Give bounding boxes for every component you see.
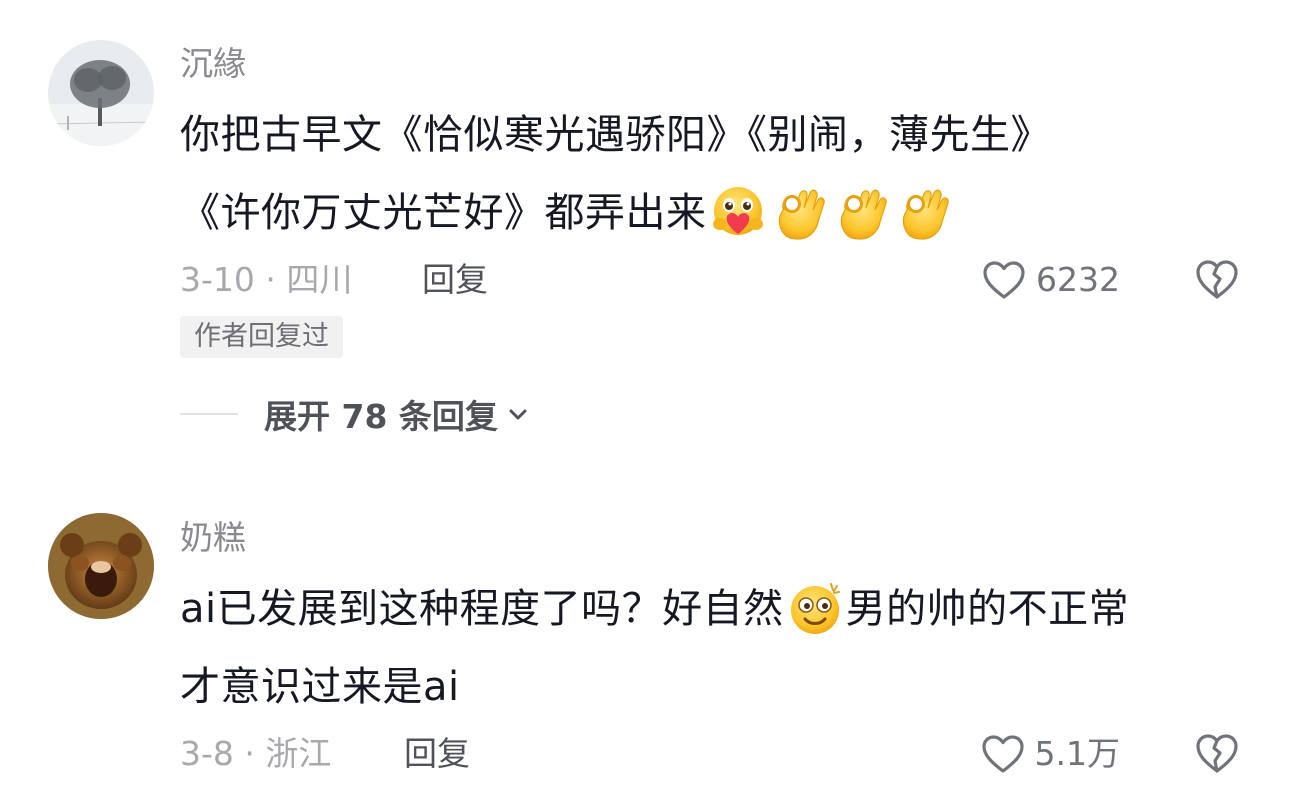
avatar[interactable] bbox=[48, 513, 154, 619]
comment-text-line: 《许你万丈光芒好》都弄出来 bbox=[180, 174, 1250, 252]
author-replied-badge: 作者回复过 bbox=[180, 316, 343, 358]
date-location: 3-8 · 浙江 bbox=[180, 734, 332, 773]
comment-text: ai已发展到这种程度了吗？好自然 男的帅的不正常 才意识过来是ai bbox=[180, 570, 1250, 726]
like-button[interactable]: 5.1万 bbox=[981, 731, 1120, 777]
reply-button[interactable]: 回复 bbox=[404, 731, 470, 777]
broken-heart-icon[interactable] bbox=[1194, 257, 1240, 301]
expand-replies-label: 展开 78 条回复 bbox=[264, 397, 498, 436]
like-count: 5.1万 bbox=[1034, 734, 1120, 773]
chevron-down-icon bbox=[509, 409, 527, 420]
comment-text-segment: 男的帅的不正常 bbox=[845, 586, 1130, 632]
broken-heart-icon[interactable] bbox=[1194, 731, 1240, 775]
ok-hand-emoji bbox=[834, 184, 890, 240]
like-button[interactable]: 6232 bbox=[982, 257, 1120, 303]
comment-text-line: 你把古早文《恰似寒光遇骄阳》《别闹，薄先生》 bbox=[180, 112, 1051, 158]
divider bbox=[180, 413, 238, 415]
comment-text-line: ai已发展到这种程度了吗？好自然 男的帅的不正常 bbox=[180, 570, 1250, 648]
comment-text-segment: ai已发展到这种程度了吗？好自然 bbox=[180, 586, 784, 632]
hugging-heart-emoji bbox=[710, 184, 766, 240]
date-location: 3-10 · 四川 bbox=[180, 260, 353, 299]
ok-hand-emoji bbox=[772, 184, 828, 240]
comment-meta: 3-10 · 四川 回复 6232 bbox=[180, 257, 1240, 303]
heart-outline-icon bbox=[983, 261, 1025, 299]
username[interactable]: 沉緣 bbox=[180, 44, 246, 84]
reply-button[interactable]: 回复 bbox=[422, 257, 488, 303]
comment-meta: 3-8 · 浙江 回复 5.1万 bbox=[180, 731, 1240, 777]
ok-hand-emoji bbox=[896, 184, 952, 240]
like-count: 6232 bbox=[1036, 260, 1120, 299]
comment-text: 你把古早文《恰似寒光遇骄阳》《别闹，薄先生》 《许你万丈光芒好》都弄出来 bbox=[180, 96, 1250, 252]
heart-outline-icon bbox=[981, 735, 1024, 773]
comment-text-segment: 《许你万丈光芒好》都弄出来 bbox=[180, 190, 707, 236]
expand-replies-button[interactable]: 展开 78 条回复 bbox=[180, 392, 530, 436]
dizzy-smile-emoji bbox=[787, 580, 843, 636]
comment-text-line: 才意识过来是ai bbox=[180, 664, 460, 710]
avatar[interactable] bbox=[48, 40, 154, 146]
username[interactable]: 奶糕 bbox=[180, 518, 246, 558]
